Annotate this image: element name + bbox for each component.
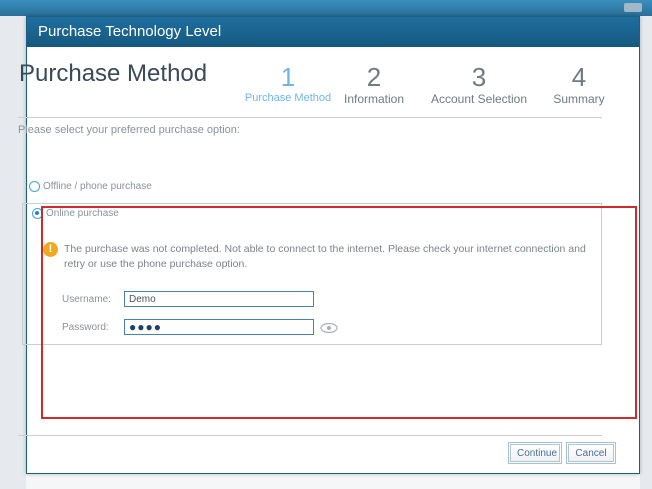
background-window-button [624, 3, 642, 12]
page-title: Purchase Method [19, 60, 208, 87]
step-number: 1 [280, 62, 296, 92]
dialog-title: Purchase Technology Level [27, 17, 639, 47]
step-number: 2 [366, 62, 382, 92]
step-label: Purchase Method [244, 92, 332, 104]
offline-label[interactable]: Offline / phone purchase [43, 181, 152, 192]
continue-button[interactable]: Continue [508, 442, 562, 464]
password-dots: ●●●● [129, 320, 162, 334]
offline-radio[interactable] [29, 181, 40, 192]
online-label[interactable]: Online purchase [46, 208, 119, 219]
online-radio[interactable] [32, 208, 43, 219]
step-3: 3 Account Selection [420, 64, 538, 106]
purchase-prompt: Please select your preferred purchase op… [18, 124, 240, 136]
step-2: 2 Information [334, 64, 414, 106]
background-window-titlebar [0, 0, 652, 16]
step-label: Account Selection [430, 92, 528, 106]
password-label: Password: [62, 322, 109, 333]
footer-divider [18, 435, 602, 436]
header-divider [18, 117, 602, 118]
background-window-right [640, 16, 652, 489]
step-number: 3 [471, 62, 487, 92]
step-label: Summary [553, 92, 605, 106]
step-1: 1 Purchase Method [236, 64, 340, 104]
warning-icon: ! [43, 242, 58, 257]
username-label: Username: [62, 294, 111, 305]
option-online[interactable]: Online purchase [32, 208, 123, 219]
step-4: 4 Summary [546, 64, 612, 106]
option-offline[interactable]: Offline / phone purchase [29, 181, 152, 192]
cancel-button[interactable]: Cancel [566, 442, 616, 464]
warning-message: The purchase was not completed. Not able… [64, 243, 586, 270]
password-input[interactable]: ●●●● [124, 319, 314, 335]
eye-icon[interactable] [320, 322, 338, 334]
step-label: Information [343, 92, 405, 106]
step-number: 4 [571, 62, 587, 92]
username-input[interactable]: Demo [124, 291, 314, 307]
